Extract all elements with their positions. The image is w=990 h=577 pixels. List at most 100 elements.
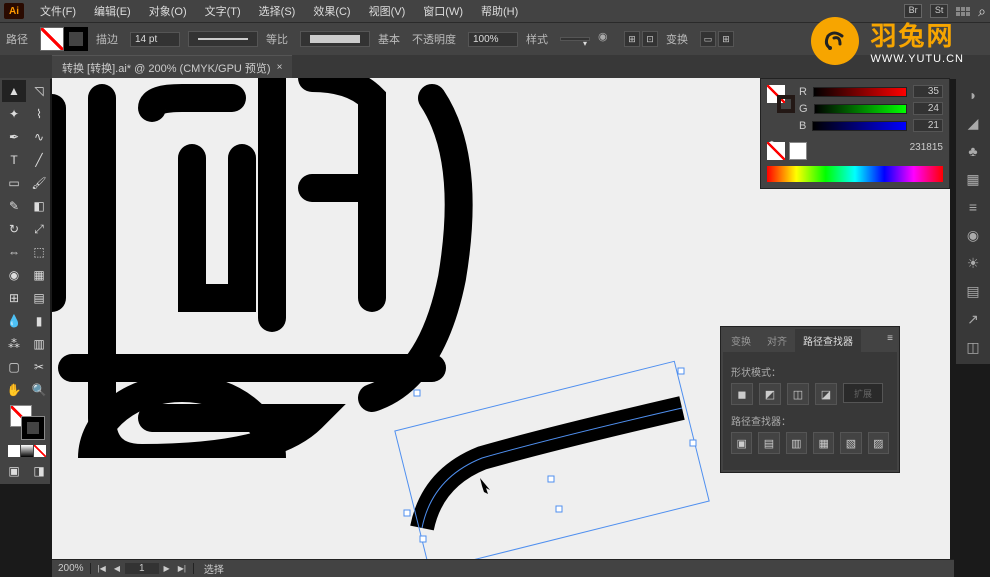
stroke-width-input[interactable]: 14 pt <box>130 32 180 47</box>
color-panel-icon[interactable]: ♣ <box>962 140 984 162</box>
transparency-panel-icon[interactable]: ↗ <box>962 308 984 330</box>
exclude-button[interactable]: ◪ <box>815 383 837 405</box>
rectangle-tool[interactable]: ▭ <box>2 172 26 194</box>
unite-button[interactable]: ◼ <box>731 383 753 405</box>
document-tab[interactable]: 转换 [转换].ai* @ 200% (CMYK/GPU 预览) × <box>52 55 292 80</box>
outline-button[interactable]: ▧ <box>840 432 861 454</box>
recolor-icon[interactable]: ◉ <box>598 30 616 48</box>
pen-tool[interactable]: ✒ <box>2 126 26 148</box>
menu-select[interactable]: 选择(S) <box>251 1 304 21</box>
free-transform-tool[interactable]: ⬚ <box>27 241 51 263</box>
layers-panel-icon[interactable]: ▤ <box>962 280 984 302</box>
tab-align[interactable]: 对齐 <box>759 329 795 352</box>
curvature-tool[interactable]: ∿ <box>27 126 51 148</box>
magic-wand-tool[interactable]: ✦ <box>2 103 26 125</box>
first-artboard-button[interactable]: |◀ <box>95 564 109 573</box>
intersect-button[interactable]: ◫ <box>787 383 809 405</box>
crop-button[interactable]: ▦ <box>813 432 834 454</box>
g-value[interactable]: 24 <box>913 102 943 115</box>
minus-front-button[interactable]: ◩ <box>759 383 781 405</box>
blend-tool[interactable]: ▮ <box>27 310 51 332</box>
opacity-input[interactable]: 100% <box>468 32 518 47</box>
hand-tool[interactable]: ✋ <box>2 379 26 401</box>
last-artboard-button[interactable]: ▶| <box>175 564 189 573</box>
appearance-panel-icon[interactable]: ◫ <box>962 336 984 358</box>
menu-window[interactable]: 窗口(W) <box>415 1 471 21</box>
line-tool[interactable]: ╱ <box>27 149 51 171</box>
menu-view[interactable]: 视图(V) <box>361 1 414 21</box>
trim-button[interactable]: ▤ <box>758 432 779 454</box>
graphic-style-dropdown[interactable] <box>560 37 590 41</box>
scale-tool[interactable]: ⤢ <box>27 218 51 240</box>
prev-artboard-button[interactable]: ◀ <box>111 564 123 573</box>
align-icon-1[interactable]: ⊞ <box>624 31 640 47</box>
tab-transform[interactable]: 变换 <box>723 329 759 352</box>
symbols-panel-icon[interactable]: ◉ <box>962 224 984 246</box>
perspective-tool[interactable]: ▦ <box>27 264 51 286</box>
transform-icon[interactable]: ⊞ <box>718 31 734 47</box>
screen-mode-toggle[interactable]: ◨ <box>27 460 51 482</box>
menu-type[interactable]: 文字(T) <box>197 1 249 21</box>
width-tool[interactable]: ⇔ <box>2 241 26 263</box>
symbol-sprayer-tool[interactable]: ⁂ <box>2 333 26 355</box>
eyedropper-tool[interactable]: 💧 <box>2 310 26 332</box>
merge-button[interactable]: ▥ <box>786 432 807 454</box>
menu-help[interactable]: 帮助(H) <box>473 1 526 21</box>
white-swatch[interactable] <box>789 142 807 160</box>
isolate-icon[interactable]: ▭ <box>700 31 716 47</box>
menu-object[interactable]: 对象(O) <box>141 1 195 21</box>
fill-swatch[interactable] <box>40 27 64 51</box>
panel-menu-icon[interactable]: ≡ <box>883 329 897 352</box>
artboard-tool[interactable]: ▢ <box>2 356 26 378</box>
menu-edit[interactable]: 编辑(E) <box>86 1 139 21</box>
expand-button[interactable]: 扩展 <box>843 383 883 403</box>
shaper-tool[interactable]: ✎ <box>2 195 26 217</box>
shape-builder-tool[interactable]: ◉ <box>2 264 26 286</box>
gradient-tool[interactable]: ▤ <box>27 287 51 309</box>
variable-width-profile[interactable] <box>188 31 258 47</box>
fill-stroke-indicator[interactable] <box>2 402 51 442</box>
lasso-tool[interactable]: ⌇ <box>27 103 51 125</box>
minus-back-button[interactable]: ▨ <box>868 432 889 454</box>
stroke-panel-icon[interactable]: ☀ <box>962 252 984 274</box>
artboard-number[interactable]: 1 <box>125 563 159 574</box>
color-mode[interactable] <box>8 445 20 457</box>
divide-button[interactable]: ▣ <box>731 432 752 454</box>
color-spectrum[interactable] <box>767 166 943 182</box>
search-icon[interactable]: ⌕ <box>978 3 986 20</box>
arrange-documents-icon[interactable] <box>956 7 970 16</box>
transform-label[interactable]: 变换 <box>666 31 688 47</box>
tab-pathfinder[interactable]: 路径查找器 <box>795 329 861 352</box>
properties-panel-icon[interactable]: ◗ <box>962 84 984 106</box>
brush-definition[interactable] <box>300 31 370 47</box>
r-slider[interactable] <box>813 87 907 97</box>
graph-tool[interactable]: ▥ <box>27 333 51 355</box>
zoom-level[interactable]: 200% <box>52 563 91 574</box>
direct-selection-tool[interactable]: ◹ <box>27 80 51 102</box>
screen-mode-normal[interactable]: ▣ <box>2 460 26 482</box>
paintbrush-tool[interactable]: 🖌 <box>27 172 51 194</box>
slice-tool[interactable]: ✂ <box>27 356 51 378</box>
hex-value[interactable]: 231815 <box>910 142 943 160</box>
b-value[interactable]: 21 <box>913 119 943 132</box>
rotate-tool[interactable]: ↻ <box>2 218 26 240</box>
next-artboard-button[interactable]: ▶ <box>161 564 173 573</box>
none-swatch[interactable] <box>767 142 785 160</box>
close-tab-icon[interactable]: × <box>277 62 283 73</box>
mesh-tool[interactable]: ⊞ <box>2 287 26 309</box>
selected-stroke-path[interactable] <box>352 358 712 562</box>
g-slider[interactable] <box>814 104 907 114</box>
r-value[interactable]: 35 <box>913 85 943 98</box>
none-mode[interactable] <box>34 445 46 457</box>
swatches-panel-icon[interactable]: ▦ <box>962 168 984 190</box>
menu-file[interactable]: 文件(F) <box>32 1 84 21</box>
brushes-panel-icon[interactable]: ≡ <box>962 196 984 218</box>
gradient-mode[interactable] <box>21 445 33 457</box>
align-icon-2[interactable]: ⊡ <box>642 31 658 47</box>
b-slider[interactable] <box>812 121 907 131</box>
libraries-panel-icon[interactable]: ◢ <box>962 112 984 134</box>
stroke-swatch[interactable] <box>64 27 88 51</box>
eraser-tool[interactable]: ◧ <box>27 195 51 217</box>
selection-tool[interactable]: ▲ <box>2 80 26 102</box>
menu-effect[interactable]: 效果(C) <box>305 1 358 21</box>
